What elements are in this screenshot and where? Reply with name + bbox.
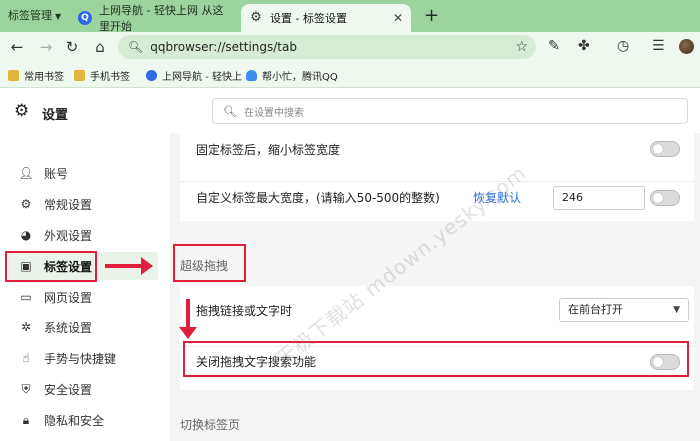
settings-gear-icon: ⚙ bbox=[14, 101, 30, 121]
qq-browser-icon bbox=[146, 70, 157, 81]
settings-search-input[interactable]: 🔍︎ 在设置中搜索 bbox=[212, 98, 688, 124]
annotation-arrow-down bbox=[179, 299, 197, 339]
sidebar-item-general[interactable]: ⚙ 常规设置 bbox=[8, 190, 158, 218]
bookmarks-bar: 常用书签 手机书签 上网导航 - 轻快上 帮小忙，腾讯QQ bbox=[0, 62, 700, 88]
annotation-box-drag-search bbox=[183, 341, 689, 377]
bookmark-folder-mobile[interactable]: 手机书签 bbox=[74, 68, 130, 83]
sidebar-item-label: 账号 bbox=[44, 166, 69, 181]
sidebar-item-label: 常规设置 bbox=[44, 197, 93, 212]
search-icon: 🔍︎ bbox=[223, 104, 237, 118]
bookmark-folder-common[interactable]: 常用书签 bbox=[8, 68, 64, 83]
caret-down-icon: ▼ bbox=[55, 12, 62, 21]
sidebar-item-privacy[interactable]: 🔒︎ 隐私和安全 bbox=[8, 406, 158, 434]
gear-icon: ⚙ bbox=[20, 197, 32, 211]
sidebar-item-account[interactable]: 👤︎ 账号 bbox=[8, 159, 158, 187]
close-tab-icon[interactable]: ✕ bbox=[393, 11, 403, 25]
switch-tab-section-title: 切换标签页 bbox=[180, 418, 241, 432]
history-icon[interactable]: ◷ bbox=[617, 38, 629, 54]
system-gear-icon: ✲ bbox=[20, 320, 32, 334]
url-text: qqbrowser://settings/tab bbox=[150, 40, 297, 54]
sidebar-item-gestures[interactable]: ☝ 手势与快捷键 bbox=[8, 344, 158, 372]
toolbar: ← → ↻ ⌂ 🔍︎ qqbrowser://settings/tab ☆ ✎ … bbox=[0, 32, 700, 62]
max-width-toggle[interactable] bbox=[650, 190, 680, 206]
bookmark-label: 帮小忙，腾讯QQ bbox=[262, 72, 338, 83]
tab-strip: 标签管理 ▼ Q 上网导航 - 轻快上网 从这里开始 ⚙ 设置 - 标签设置 ✕ … bbox=[0, 0, 700, 33]
settings-header: ⚙ 设置 🔍︎ 在设置中搜索 bbox=[0, 89, 700, 133]
sidebar-item-system[interactable]: ✲ 系统设置 bbox=[8, 313, 158, 341]
drag-link-option: 在前台打开 bbox=[568, 303, 623, 316]
gear-icon: ⚙ bbox=[250, 10, 262, 25]
chevron-down-icon: ▼ bbox=[673, 305, 680, 315]
sidebar-item-label: 系统设置 bbox=[44, 320, 93, 335]
new-tab-button[interactable]: + bbox=[424, 5, 439, 26]
cloud-icon bbox=[246, 70, 257, 81]
pin-shrink-toggle[interactable] bbox=[650, 141, 680, 157]
reload-icon[interactable]: ↻ bbox=[63, 38, 81, 56]
max-width-label: 自定义标签最大宽度，(请输入50-500的整数) bbox=[196, 191, 440, 205]
hand-icon: ☝ bbox=[22, 351, 30, 365]
pin-shrink-label: 固定标签后，缩小标签宽度 bbox=[196, 142, 341, 157]
palette-icon: ◕ bbox=[20, 228, 32, 242]
search-placeholder: 在设置中搜索 bbox=[243, 107, 304, 119]
drag-link-row: 拖拽链接或文字时 在前台打开 ▼ bbox=[180, 294, 694, 326]
pin-shrink-row: 固定标签后，缩小标签宽度 bbox=[180, 133, 694, 165]
tab-title: 设置 - 标签设置 bbox=[270, 12, 347, 25]
sidebar-item-label: 隐私和安全 bbox=[44, 413, 105, 428]
bookmark-helper[interactable]: 帮小忙，腾讯QQ bbox=[246, 68, 338, 83]
drag-link-label: 拖拽链接或文字时 bbox=[196, 303, 293, 318]
menu-icon[interactable]: ☰ bbox=[652, 38, 665, 54]
qq-browser-icon: Q bbox=[78, 11, 92, 25]
extension-icon[interactable]: ✤ bbox=[578, 38, 590, 54]
annotation-box-drag-title bbox=[173, 244, 246, 282]
settings-sidebar: 👤︎ 账号 ⚙ 常规设置 ◕ 外观设置 ▣ 标签设置 ▭ 网页设置 ✲ 系统设置… bbox=[0, 133, 170, 441]
avatar[interactable] bbox=[679, 39, 694, 54]
folder-icon bbox=[74, 70, 85, 81]
bookmark-label: 手机书签 bbox=[90, 72, 130, 83]
forward-icon[interactable]: → bbox=[37, 38, 55, 56]
settings-content: 固定标签后，缩小标签宽度 自定义标签最大宽度，(请输入50-500的整数) 恢复… bbox=[170, 133, 700, 441]
sidebar-item-label: 手势与快捷键 bbox=[44, 351, 117, 366]
bookmark-label: 上网导航 - 轻快上 bbox=[162, 72, 242, 83]
bookmark-navigation[interactable]: 上网导航 - 轻快上 bbox=[146, 68, 242, 83]
sidebar-item-label: 网页设置 bbox=[44, 290, 93, 305]
home-icon[interactable]: ⌂ bbox=[91, 38, 109, 56]
person-icon: 👤︎ bbox=[18, 166, 34, 180]
screenshot-icon[interactable]: ✎ bbox=[548, 38, 560, 54]
back-icon[interactable]: ← bbox=[8, 38, 26, 56]
tab-width-card: 固定标签后，缩小标签宽度 自定义标签最大宽度，(请输入50-500的整数) 恢复… bbox=[180, 133, 694, 221]
max-width-row: 自定义标签最大宽度，(请输入50-500的整数) 恢复默认 246 bbox=[180, 181, 694, 213]
tab-settings[interactable]: ⚙ 设置 - 标签设置 ✕ bbox=[241, 4, 411, 32]
bookmark-star-icon[interactable]: ☆ bbox=[515, 39, 528, 55]
sidebar-item-label: 安全设置 bbox=[44, 382, 93, 397]
shield-icon: ⛨ bbox=[21, 381, 31, 396]
tab-title: 上网导航 - 轻快上网 从这里开始 bbox=[99, 4, 224, 33]
page-title: 设置 bbox=[42, 108, 69, 123]
max-width-input[interactable]: 246 bbox=[553, 186, 645, 210]
bookmark-label: 常用书签 bbox=[24, 72, 64, 83]
sidebar-item-label: 外观设置 bbox=[44, 228, 93, 243]
sidebar-item-security[interactable]: ⛨ 安全设置 bbox=[8, 375, 158, 403]
address-bar[interactable]: 🔍︎ qqbrowser://settings/tab ☆ bbox=[118, 35, 536, 59]
lock-icon: 🔒︎ bbox=[22, 412, 30, 427]
tab-group-label: 标签管理 bbox=[8, 9, 52, 22]
drag-link-select[interactable]: 在前台打开 ▼ bbox=[559, 298, 689, 322]
annotation-box-tabs bbox=[5, 251, 97, 282]
sidebar-item-appearance[interactable]: ◕ 外观设置 bbox=[8, 221, 158, 249]
annotation-arrow-right bbox=[105, 257, 153, 275]
folder-icon bbox=[8, 70, 19, 81]
tab-group-menu[interactable]: 标签管理 ▼ bbox=[2, 5, 67, 27]
sidebar-item-webpage[interactable]: ▭ 网页设置 bbox=[8, 283, 158, 311]
webpage-icon: ▭ bbox=[20, 290, 32, 304]
search-icon: 🔍︎ bbox=[128, 40, 144, 54]
tab-navigation[interactable]: Q 上网导航 - 轻快上网 从这里开始 bbox=[70, 4, 232, 33]
